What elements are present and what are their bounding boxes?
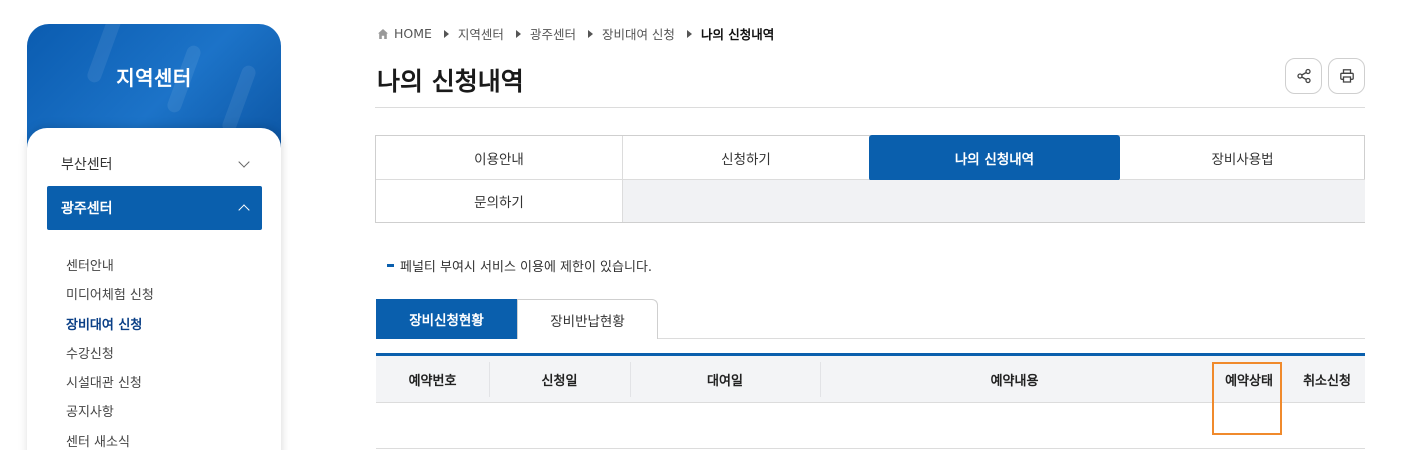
breadcrumb-regional-center[interactable]: 지역센터 [458, 24, 504, 43]
sidebar-title: 지역센터 [116, 66, 192, 90]
sidebar-submenu: 센터안내 미디어체험 신청 장비대여 신청 수강신청 시설대관 신청 공지사항 … [66, 252, 154, 450]
bullet-dash-icon [387, 264, 394, 267]
column-header-rental-date: 대여일 [707, 374, 743, 389]
subtab-divider [658, 338, 1365, 339]
breadcrumb-gwangju-center[interactable]: 광주센터 [530, 24, 576, 43]
print-button[interactable] [1328, 58, 1365, 94]
submenu-item-equipment-rental[interactable]: 장비대여 신청 [66, 311, 154, 340]
page-title: 나의 신청내역 [377, 67, 524, 96]
submenu-item-facility-rental[interactable]: 시설대관 신청 [66, 369, 154, 398]
submenu-item-center-info[interactable]: 센터안내 [66, 252, 154, 281]
submenu-item-media-experience[interactable]: 미디어체험 신청 [66, 281, 154, 310]
column-divider [630, 362, 631, 397]
breadcrumb-separator-icon [515, 29, 521, 38]
title-divider [375, 107, 1365, 108]
submenu-item-notice[interactable]: 공지사항 [66, 398, 154, 427]
breadcrumb-separator-icon [443, 29, 449, 38]
sidebar-item-label: 부산센터 [61, 157, 113, 173]
column-divider [820, 362, 821, 397]
content-tabs: 이용안내 신청하기 나의 신청내역 장비사용법 문의하기 [375, 135, 1365, 223]
column-header-reservation-number: 예약번호 [408, 374, 457, 389]
penalty-notice: 페널티 부여시 서비스 이용에 제한이 있습니다. [387, 256, 652, 275]
tab-empty-cell [623, 180, 1365, 222]
breadcrumb-separator-icon [587, 29, 593, 38]
breadcrumb-separator-icon [686, 29, 692, 38]
column-divider [489, 362, 490, 397]
column-header-cancel-request: 취소신청 [1303, 374, 1351, 389]
column-header-reservation-details: 예약내용 [990, 374, 1039, 389]
submenu-item-course[interactable]: 수강신청 [66, 340, 154, 369]
subtab-return-status[interactable]: 장비반납현황 [517, 299, 658, 339]
tab-equipment-howto[interactable]: 장비사용법 [1120, 136, 1365, 180]
tab-usage-guide[interactable]: 이용안내 [376, 136, 623, 180]
column-header-application-date: 신청일 [541, 374, 578, 389]
breadcrumb: HOME 지역센터 광주센터 장비대여 신청 나의 신청내역 [377, 24, 774, 43]
sidebar-item-gwangju[interactable]: 광주센터 [47, 186, 262, 230]
home-icon [378, 28, 388, 39]
submenu-item-news[interactable]: 센터 새소식 [66, 428, 154, 450]
sidebar: 지역센터 부산센터 광주센터 센터안내 미디어체험 신청 장비대여 신청 수강신… [27, 24, 281, 450]
tab-my-applications[interactable]: 나의 신청내역 [869, 135, 1120, 181]
print-icon [1339, 69, 1354, 83]
subtab-rental-status[interactable]: 장비신청현황 [376, 299, 517, 339]
chevron-down-icon [238, 156, 250, 168]
breadcrumb-equipment-rental[interactable]: 장비대여 신청 [602, 24, 675, 43]
tab-apply[interactable]: 신청하기 [623, 136, 870, 180]
breadcrumb-current: 나의 신청내역 [700, 27, 775, 42]
highlight-annotation-box [1212, 362, 1282, 435]
tab-inquiry[interactable]: 문의하기 [376, 180, 623, 222]
share-icon [1296, 68, 1311, 84]
chevron-up-icon [238, 204, 250, 216]
notice-text: 페널티 부여시 서비스 이용에 제한이 있습니다. [400, 260, 653, 275]
breadcrumb-home[interactable]: HOME [394, 26, 432, 41]
sidebar-item-busan[interactable]: 부산센터 [47, 142, 262, 186]
share-button[interactable] [1285, 58, 1322, 94]
table-bottom-border [376, 448, 1365, 449]
sidebar-item-label: 광주센터 [61, 201, 113, 217]
